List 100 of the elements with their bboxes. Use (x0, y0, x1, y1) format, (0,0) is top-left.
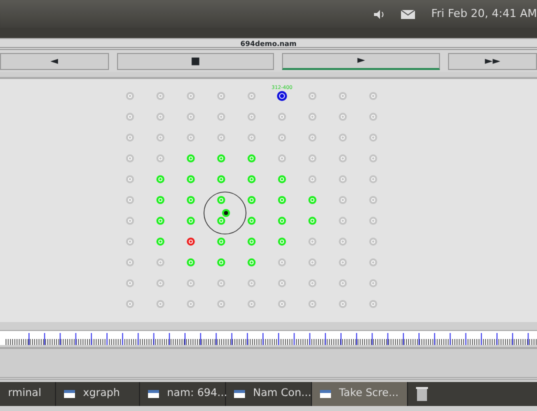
node-icon[interactable] (248, 154, 256, 162)
node-icon[interactable] (278, 300, 286, 308)
node-icon[interactable] (186, 112, 195, 121)
node-icon[interactable] (338, 300, 347, 308)
node-icon[interactable] (308, 134, 316, 142)
node-icon[interactable] (277, 91, 287, 101)
node-icon[interactable] (308, 154, 316, 162)
node-icon[interactable] (156, 175, 164, 184)
node-icon[interactable] (369, 258, 378, 266)
node-icon[interactable] (217, 216, 226, 225)
node-icon[interactable] (338, 92, 347, 100)
node-icon[interactable] (248, 300, 256, 308)
node-icon[interactable] (248, 112, 256, 121)
node-icon[interactable] (248, 92, 256, 100)
node-icon[interactable] (186, 154, 195, 162)
node-icon[interactable] (217, 134, 226, 142)
node-icon[interactable] (248, 258, 256, 266)
node-icon[interactable] (278, 154, 286, 162)
taskbar-item[interactable]: rminal (0, 382, 56, 406)
node-icon[interactable] (126, 134, 134, 142)
trash-icon[interactable] (416, 387, 428, 401)
node-icon[interactable] (278, 279, 286, 288)
node-icon[interactable] (186, 196, 195, 204)
node-icon[interactable] (217, 238, 226, 246)
timeline-ruler[interactable] (0, 330, 537, 345)
node-icon[interactable] (308, 196, 316, 204)
playback-button[interactable]: ◄ (0, 53, 109, 70)
node-icon[interactable] (186, 134, 195, 142)
node-icon[interactable] (308, 238, 316, 246)
node-icon[interactable] (126, 175, 134, 184)
node-icon[interactable] (338, 154, 347, 162)
node-icon[interactable] (126, 112, 134, 121)
node-icon[interactable] (278, 112, 286, 121)
node-icon[interactable] (308, 279, 316, 288)
node-icon[interactable] (186, 216, 195, 225)
node-icon[interactable] (217, 92, 226, 100)
node-icon[interactable] (217, 279, 226, 288)
node-icon[interactable] (278, 258, 286, 266)
clock[interactable]: Fri Feb 20, 4:41 AM (431, 6, 537, 22)
node-icon[interactable] (248, 279, 256, 288)
node-icon[interactable] (217, 300, 226, 308)
node-icon[interactable] (156, 196, 164, 204)
node-icon[interactable] (369, 238, 378, 246)
taskbar-item[interactable]: Take Scre... (312, 382, 408, 406)
node-icon[interactable] (248, 196, 256, 204)
taskbar-item[interactable]: xgraph (56, 382, 140, 406)
node-icon[interactable] (338, 258, 347, 266)
node-icon[interactable] (126, 92, 134, 100)
node-icon[interactable] (156, 154, 164, 162)
node-icon[interactable] (156, 300, 164, 308)
node-icon[interactable] (338, 238, 347, 246)
node-icon[interactable] (369, 216, 378, 225)
node-icon[interactable] (278, 216, 286, 225)
node-icon[interactable] (186, 258, 195, 266)
node-icon[interactable] (186, 300, 195, 308)
node-icon[interactable] (217, 258, 226, 266)
envelope-icon[interactable] (401, 10, 416, 18)
node-icon[interactable] (278, 196, 286, 204)
node-icon[interactable] (338, 279, 347, 288)
node-icon[interactable] (248, 134, 256, 142)
node-icon[interactable] (186, 279, 195, 288)
node-icon[interactable] (369, 92, 378, 100)
node-icon[interactable] (156, 92, 164, 100)
node-icon[interactable] (217, 112, 226, 121)
mobile-node-icon[interactable] (222, 209, 230, 217)
playback-button[interactable]: ►► (448, 53, 537, 70)
node-icon[interactable] (369, 300, 378, 308)
playback-button[interactable]: ► (282, 53, 440, 70)
node-icon[interactable] (126, 196, 134, 204)
node-icon[interactable] (369, 134, 378, 142)
node-icon[interactable] (278, 134, 286, 142)
node-icon[interactable] (186, 92, 195, 100)
node-icon[interactable] (308, 175, 316, 184)
node-icon[interactable] (126, 216, 134, 225)
node-icon[interactable] (126, 300, 134, 308)
node-icon[interactable] (186, 238, 195, 246)
node-icon[interactable] (308, 92, 316, 100)
taskbar-item[interactable]: nam: 694... (140, 382, 226, 406)
node-icon[interactable] (217, 154, 226, 162)
node-icon[interactable] (369, 154, 378, 162)
node-icon[interactable] (126, 279, 134, 288)
node-icon[interactable] (308, 112, 316, 121)
node-icon[interactable] (308, 258, 316, 266)
node-icon[interactable] (338, 216, 347, 225)
node-icon[interactable] (126, 258, 134, 266)
node-icon[interactable] (126, 154, 134, 162)
node-icon[interactable] (369, 196, 378, 204)
node-icon[interactable] (308, 300, 316, 308)
node-icon[interactable] (369, 175, 378, 184)
node-icon[interactable] (369, 112, 378, 121)
node-icon[interactable] (338, 175, 347, 184)
node-icon[interactable] (156, 258, 164, 266)
node-icon[interactable] (156, 238, 164, 246)
node-icon[interactable] (156, 134, 164, 142)
playback-button[interactable]: ■ (116, 53, 274, 70)
node-icon[interactable] (217, 196, 226, 204)
node-icon[interactable] (126, 238, 134, 246)
node-icon[interactable] (186, 175, 195, 184)
node-icon[interactable] (248, 216, 256, 225)
node-icon[interactable] (156, 216, 164, 225)
